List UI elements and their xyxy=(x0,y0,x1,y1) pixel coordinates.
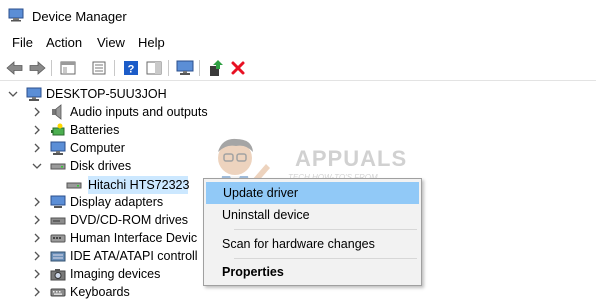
chevron-right-icon[interactable] xyxy=(32,287,42,297)
window-title: Device Manager xyxy=(32,9,127,24)
chevron-down-icon[interactable] xyxy=(32,161,42,171)
disk-drive-icon xyxy=(50,163,66,170)
scan-hardware-menu-item[interactable]: Scan for hardware changes xyxy=(206,233,419,255)
toolbar: ? xyxy=(0,55,596,81)
title-bar: Device Manager xyxy=(0,0,596,30)
camera-icon xyxy=(50,269,66,281)
dvd-icon xyxy=(50,217,66,225)
menu-help[interactable]: Help xyxy=(138,35,165,50)
chevron-right-icon[interactable] xyxy=(32,251,42,261)
tree-item-hid[interactable]: Human Interface Devic xyxy=(32,229,197,247)
menu-file[interactable]: File xyxy=(12,35,33,50)
tree-item-label: Disk drives xyxy=(70,159,132,173)
back-arrow-icon[interactable] xyxy=(5,58,25,78)
tree-item-label: IDE ATA/ATAPI controll xyxy=(70,249,198,263)
device-manager-icon xyxy=(8,8,24,22)
tree-item-hitachi[interactable]: Hitachi HTS72323 xyxy=(66,176,189,194)
chevron-right-icon[interactable] xyxy=(32,197,42,207)
toolbar-separator xyxy=(199,60,200,76)
show-hide-tree-icon[interactable] xyxy=(58,58,78,78)
svg-text:?: ? xyxy=(128,64,135,76)
chevron-right-icon[interactable] xyxy=(32,107,42,117)
tree-item-label: Keyboards xyxy=(70,285,130,299)
tree-item-keyboards[interactable]: Keyboards xyxy=(32,283,130,301)
tree-root[interactable]: DESKTOP-5UU3JOH xyxy=(8,85,167,103)
toolbar-separator xyxy=(168,60,169,76)
hid-icon xyxy=(50,234,66,243)
tree-item-label: Imaging devices xyxy=(70,267,161,281)
tree-item-disk-drives[interactable]: Disk drives xyxy=(32,157,131,175)
chevron-right-icon[interactable] xyxy=(32,125,42,135)
forward-arrow-icon[interactable] xyxy=(27,58,47,78)
toolbar-separator xyxy=(114,60,115,76)
menu-bar: File Action View Help xyxy=(0,32,596,52)
battery-icon xyxy=(51,123,65,136)
menu-action[interactable]: Action xyxy=(46,35,82,50)
context-menu: Update driver Uninstall device Scan for … xyxy=(203,178,422,286)
chevron-right-icon[interactable] xyxy=(32,215,42,225)
tree-item-audio[interactable]: Audio inputs and outputs xyxy=(32,103,208,121)
tree-item-label: Human Interface Devic xyxy=(70,231,198,245)
tree-item-label: DVD/CD-ROM drives xyxy=(70,213,189,227)
properties-icon[interactable] xyxy=(89,58,109,78)
chevron-right-icon[interactable] xyxy=(32,143,42,153)
monitor-icon[interactable] xyxy=(175,58,195,78)
help-icon[interactable]: ? xyxy=(121,58,141,78)
speaker-icon xyxy=(52,104,62,120)
computer-icon xyxy=(50,141,66,155)
tree-item-imaging[interactable]: Imaging devices xyxy=(32,265,160,283)
tree-item-batteries[interactable]: Batteries xyxy=(32,121,119,139)
tree-item-display-adapters[interactable]: Display adapters xyxy=(32,193,163,211)
chevron-right-icon[interactable] xyxy=(32,269,42,279)
tree-item-label: Hitachi HTS72323 xyxy=(88,178,190,192)
tree-root-label: DESKTOP-5UU3JOH xyxy=(46,87,167,101)
tree-item-dvd[interactable]: DVD/CD-ROM drives xyxy=(32,211,188,229)
uninstall-icon[interactable] xyxy=(228,58,248,78)
chevron-right-icon[interactable] xyxy=(32,233,42,243)
display-icon xyxy=(50,195,66,208)
tree-item-label: Audio inputs and outputs xyxy=(70,105,208,119)
tree-item-computer[interactable]: Computer xyxy=(32,139,125,157)
menu-separator xyxy=(234,229,417,230)
menu-view[interactable]: View xyxy=(97,35,125,50)
action-pane-icon[interactable] xyxy=(144,58,164,78)
chevron-down-icon[interactable] xyxy=(8,89,18,99)
disk-icon xyxy=(66,182,82,189)
computer-icon xyxy=(26,87,42,101)
tree-item-label: Batteries xyxy=(70,123,120,137)
ide-icon xyxy=(50,251,66,262)
tree-item-label: Display adapters xyxy=(70,195,164,209)
update-driver-menu-item[interactable]: Update driver xyxy=(206,182,419,204)
keyboard-icon xyxy=(50,288,66,297)
tree-item-label: Computer xyxy=(70,141,125,155)
properties-menu-item[interactable]: Properties xyxy=(206,261,419,283)
update-driver-icon[interactable] xyxy=(206,58,226,78)
toolbar-separator xyxy=(51,60,52,76)
uninstall-device-menu-item[interactable]: Uninstall device xyxy=(206,204,419,226)
menu-separator xyxy=(234,258,417,259)
tree-item-ide[interactable]: IDE ATA/ATAPI controll xyxy=(32,247,198,265)
